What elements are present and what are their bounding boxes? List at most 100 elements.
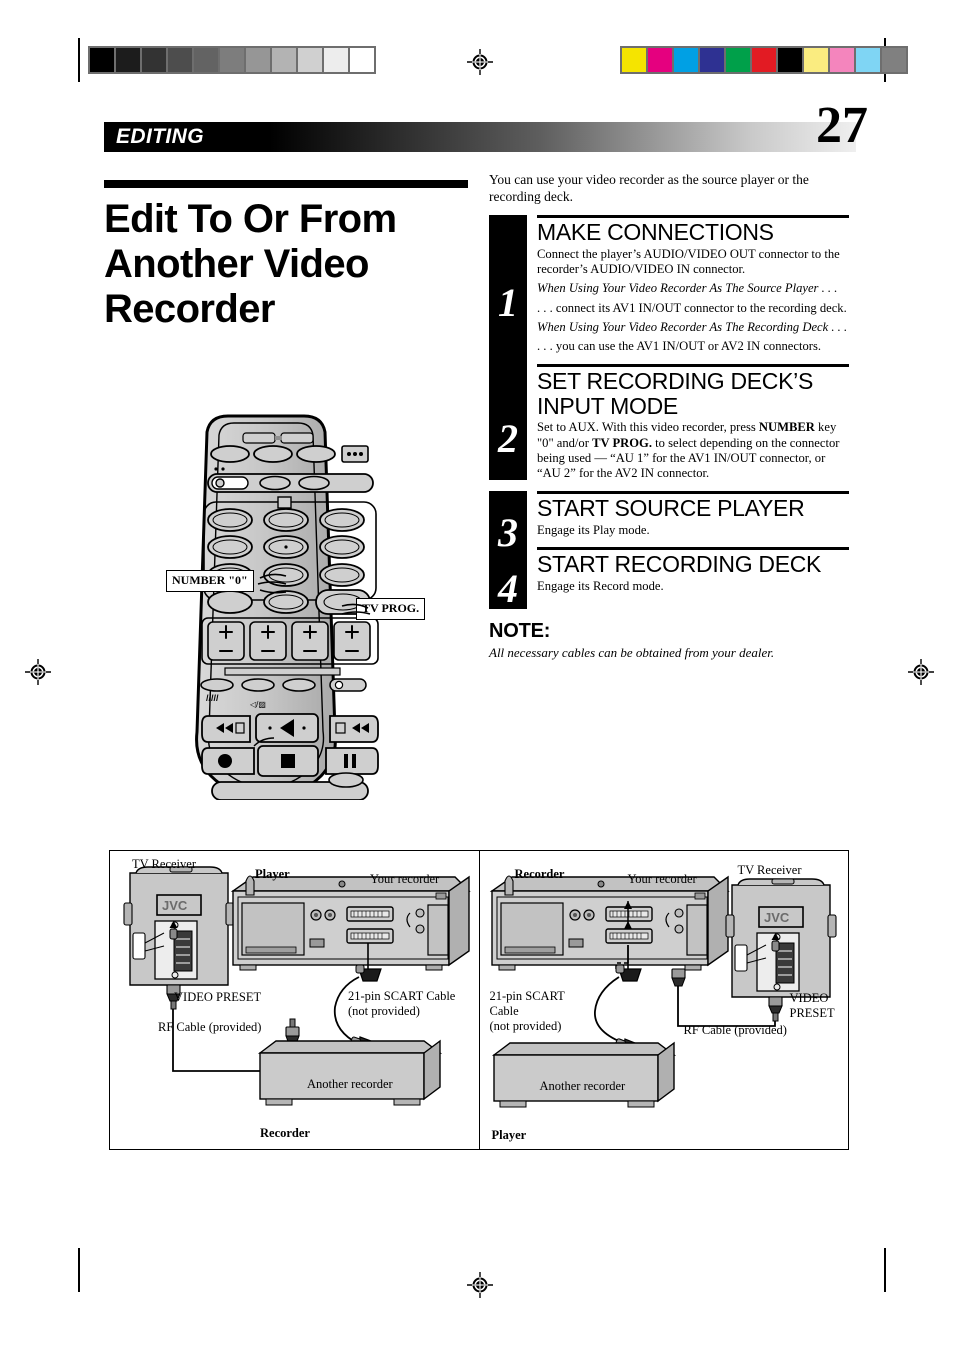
registration-target-icon-right	[908, 659, 934, 685]
step-1-p4: When Using Your Video Recorder As The Re…	[537, 320, 848, 335]
registration-target-icon-bottom	[467, 1272, 493, 1298]
registration-target-icon-top	[467, 49, 493, 75]
color-swatch	[648, 48, 672, 72]
rf-connector-right	[767, 996, 783, 1022]
svg-text:JVC: JVC	[162, 898, 188, 913]
step-3-number: 3	[489, 490, 527, 555]
another-recorder-left	[257, 1039, 443, 1106]
step-1-heading: MAKE CONNECTIONS	[537, 218, 774, 245]
grayscale-swatch	[194, 48, 218, 72]
scart-right-l3: (not provided)	[489, 1018, 562, 1033]
step-1-p1: Connect the player’s AUDIO/VIDEO OUT con…	[537, 246, 840, 276]
your-recorder-right	[489, 875, 730, 971]
svg-text:JVC: JVC	[764, 910, 790, 925]
label-role-recorder-right: Recorder	[514, 867, 565, 881]
crop-mark-bottom-left	[78, 1248, 80, 1292]
scart-socket-av1-right	[604, 906, 653, 922]
crop-mark-bottom-right	[884, 1248, 886, 1292]
label-video-preset-left: VIDEO PRESET	[174, 990, 262, 1004]
rf-connector-bottom-left	[285, 1018, 300, 1045]
grayscale-calibration-bar	[88, 46, 376, 74]
scart-socket-av2-left	[346, 928, 394, 944]
label-tv-receiver-left: TV Receiver	[132, 857, 196, 871]
grayscale-swatch	[142, 48, 166, 72]
color-swatch	[700, 48, 724, 72]
grayscale-swatch	[116, 48, 140, 72]
label-your-recorder-right: Your recorder	[627, 872, 697, 886]
color-swatch	[804, 48, 828, 72]
title-rule	[104, 180, 468, 188]
color-swatch	[752, 48, 776, 72]
step-2-text: Set to AUX. With this video recorder, pr…	[537, 420, 849, 481]
svg-text:◁/▨: ◁/▨	[250, 700, 266, 709]
section-label: EDITING	[116, 125, 204, 148]
intro-text: You can use your video recorder as the s…	[489, 172, 809, 204]
step-4-number: 4	[489, 547, 527, 611]
step-1-p3: . . . connect its AV1 IN/OUT connector t…	[537, 300, 847, 315]
step-2: 2 SET RECORDING DECK’S INPUT MODE Set to…	[489, 363, 849, 482]
scart-socket-av2-right	[604, 928, 653, 944]
label-scart-cable-right: 21-pin SCART Cable (not provided)	[490, 989, 565, 1033]
note-block: NOTE: All necessary cables can be obtain…	[489, 620, 849, 661]
diagram-panel-right: JVC Recorder Your recorder TV Receiver V…	[480, 851, 849, 1149]
registration-target-icon-left	[25, 659, 51, 685]
scart-cable-path-right	[593, 976, 629, 1046]
color-swatch	[830, 48, 854, 72]
note-text: All necessary cables can be obtained fro…	[489, 645, 775, 661]
label-role-recorder-left: Recorder	[260, 1126, 310, 1140]
step-1-text: Connect the player’s AUDIO/VIDEO OUT con…	[537, 247, 849, 355]
scart-right-l2: Cable	[489, 1003, 519, 1018]
diagram-panel-left: JVC TV Receiver Player Your recorder VID…	[110, 851, 480, 1149]
step-4: 4 START RECORDING DECK Engage its Record…	[489, 547, 849, 611]
section-header-band: EDITING	[104, 122, 856, 152]
label-another-recorder-left: Another recorder	[307, 1077, 393, 1091]
label-rf-cable-right: RF Cable (provided)	[683, 1023, 787, 1037]
vp-right-l2: PRESET	[789, 1005, 835, 1020]
vp-right-l1: VIDEO	[789, 991, 829, 1005]
scart-left-l1: 21-pin SCART Cable	[348, 989, 456, 1003]
step-1: 1 MAKE CONNECTIONS Connect the player’s …	[489, 214, 849, 391]
step-3-text: Engage its Play mode.	[537, 523, 849, 538]
label-role-player-left: Player	[255, 867, 290, 881]
grayscale-swatch	[90, 48, 114, 72]
grayscale-swatch	[350, 48, 374, 72]
step-4-heading: START RECORDING DECK	[537, 551, 822, 578]
step-4-text: Engage its Record mode.	[537, 579, 849, 594]
step-1-p2: When Using Your Video Recorder As The So…	[537, 281, 838, 296]
label-your-recorder-left: Your recorder	[370, 872, 440, 886]
grayscale-swatch	[168, 48, 192, 72]
step-3-heading: START SOURCE PLAYER	[537, 494, 805, 521]
color-swatch	[778, 48, 802, 72]
grayscale-swatch	[220, 48, 244, 72]
page-title: Edit To Or From Another Video Recorder	[104, 197, 397, 331]
step-3: 3 START SOURCE PLAYER Engage its Play mo…	[489, 490, 849, 555]
label-scart-cable-left: 21-pin SCART Cable (not provided)	[348, 989, 455, 1019]
step-2-p1: Set to AUX. With this video recorder, pr…	[537, 420, 840, 481]
label-rf-cable-left: RF Cable (provided)	[158, 1020, 262, 1034]
step-3-p1: Engage its Play mode.	[537, 522, 650, 537]
step-2-number: 2	[489, 363, 527, 480]
step-2-heading: SET RECORDING DECK’S INPUT MODE	[537, 367, 814, 419]
grayscale-swatch	[246, 48, 270, 72]
another-recorder-right	[491, 1041, 676, 1108]
step-4-p1: Engage its Record mode.	[537, 578, 664, 593]
color-swatch	[856, 48, 880, 72]
grayscale-swatch	[298, 48, 322, 72]
color-swatch	[726, 48, 750, 72]
right-column: You can use your video recorder as the s…	[489, 172, 849, 661]
scart-right-l1: 21-pin SCART	[489, 989, 565, 1003]
page-number: 27	[816, 97, 868, 154]
grayscale-swatch	[272, 48, 296, 72]
note-title: NOTE:	[489, 620, 551, 643]
scart-socket-av1-left	[346, 906, 394, 922]
rf-connector-vcr-right	[670, 968, 686, 987]
callout-number-key: NUMBER "0"	[166, 570, 254, 592]
label-tv-receiver-right: TV Receiver	[737, 863, 802, 877]
left-column: Edit To Or From Another Video Recorder	[104, 180, 474, 358]
label-another-recorder-right: Another recorder	[539, 1079, 626, 1093]
connection-diagram: JVC TV Receiver Player Your recorder VID…	[109, 850, 849, 1150]
color-calibration-bar	[620, 46, 908, 74]
callout-tv-prog: TV PROG.	[356, 598, 426, 620]
color-swatch	[674, 48, 698, 72]
svg-text://///: /////	[206, 693, 219, 703]
